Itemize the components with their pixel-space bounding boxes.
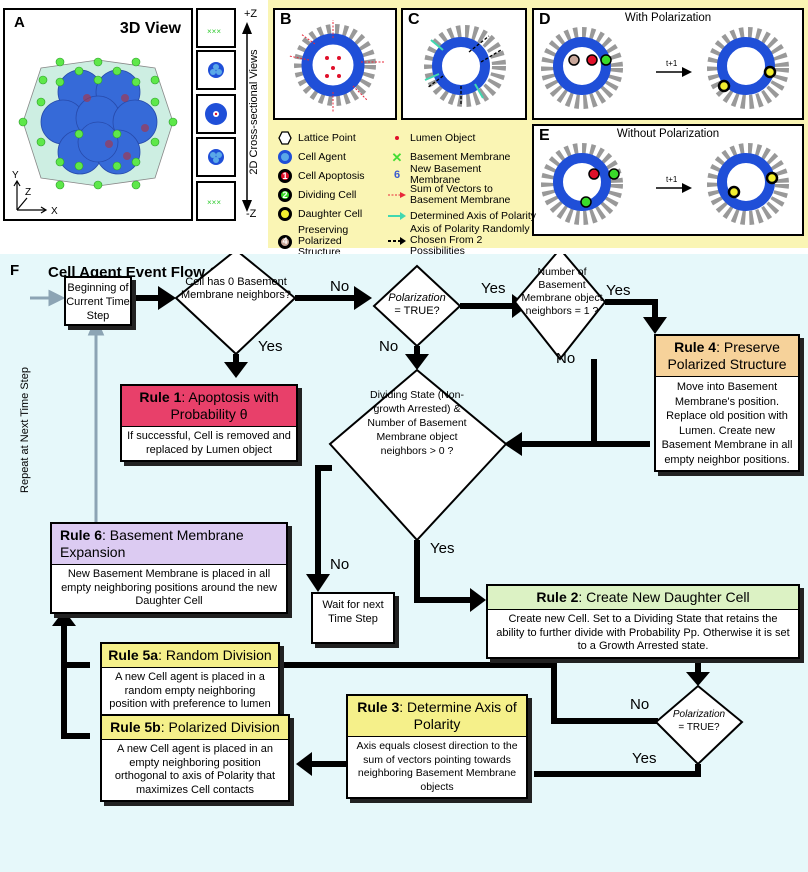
dividing-cell-icon: 2	[276, 187, 294, 203]
legend-axis-polarity: Determined Axis of Polarity	[388, 208, 536, 224]
random-axis-arrow-icon	[388, 233, 406, 249]
z-axis-label: Z	[25, 187, 31, 198]
cross-section-middle	[196, 94, 236, 134]
panel-e: E Without Polarization t+1	[532, 124, 804, 236]
hex-lattice-axis-polarity	[424, 25, 506, 107]
axis-polarity-arrow-icon	[388, 208, 406, 224]
y-axis-label: Y	[12, 170, 19, 181]
label-yes-q1: Yes	[258, 338, 283, 355]
label-no-q1: No	[330, 278, 350, 295]
panel-d: D With Polarization t+1	[532, 8, 804, 120]
wait-box: Wait for next Time Step	[311, 592, 395, 644]
start-box: Beginning of Current Time Step	[64, 276, 132, 326]
connector-rule5-r6	[61, 624, 90, 739]
rule-5b-body: A new Cell agent is placed in an empty n…	[114, 743, 276, 796]
rule-5b-header: Rule 5b: Polarized Division	[102, 716, 288, 740]
svg-text:×××: ×××	[207, 27, 221, 36]
cross-section-top: ×××	[196, 8, 236, 48]
label-no-q4: No	[330, 556, 350, 573]
cell-cluster-3d-illustration: Y Z X	[12, 57, 178, 217]
label-no-q3: No	[556, 350, 576, 367]
polarization-transition-illustration: t+1	[541, 27, 789, 109]
rule-4-header: Rule 4: Preserve Polarized Structure	[656, 336, 798, 377]
panel-c: C	[401, 8, 527, 120]
legend-cell-agent: Cell Agent	[276, 149, 346, 165]
cell-apoptosis-icon: 1	[276, 168, 294, 184]
rule-3-header: Rule 3: Determine Axis of Polarity	[348, 696, 526, 737]
rule-4-body: Move into Basement Membrane's position. …	[661, 381, 793, 466]
label-yes-q2: Yes	[481, 280, 506, 297]
cross-section-views: ××× ×××	[196, 8, 238, 221]
rule-2-body: Create new Cell. Set to a Dividing State…	[496, 613, 790, 652]
legend-dividing-cell: 2 Dividing Cell	[276, 187, 356, 203]
label-no-q2: No	[379, 338, 399, 355]
svg-text:×××: ×××	[207, 198, 221, 207]
connector-q5-r3	[534, 764, 701, 777]
q2-text: Polarization = TRUE?	[388, 292, 446, 317]
rule-6-header: Rule 6: Basement Membrane Expansion	[52, 524, 286, 565]
rule-6-body: New Basement Membrane is placed in all e…	[61, 568, 277, 607]
rule-1-box: Rule 1: Apoptosis with Probability θ If …	[120, 384, 298, 462]
no-polarization-transition-illustration: t+1	[541, 143, 789, 225]
rule-3-body: Axis equals closest direction to the sum…	[356, 740, 518, 793]
sum-vectors-arrow-icon	[388, 187, 406, 203]
time-step-label: t+1	[666, 59, 678, 68]
connector-q3-r4	[605, 299, 658, 319]
rule-5b-box: Rule 5b: Polarized Division A new Cell a…	[100, 714, 290, 802]
cross-section-bottom: ×××	[196, 181, 236, 221]
legend-lattice-point: Lattice Point	[276, 130, 356, 146]
rule-6-box: Rule 6: Basement Membrane Expansion New …	[50, 522, 288, 614]
label-no-q5: No	[630, 696, 650, 713]
legend-random-axis: Axis of Polarity Randomly Chosen From 2 …	[388, 224, 538, 257]
legend-lumen-object: Lumen Object	[388, 130, 475, 146]
legend-sum-vectors: Sum of Vectors to Basement Membrane	[388, 184, 528, 206]
legend-and-panels-bcde: B C D With Polarization t+1 E Without Po…	[268, 0, 808, 258]
cross-section-4	[196, 137, 236, 177]
cross-section-2	[196, 50, 236, 90]
label-yes-q4: Yes	[430, 540, 455, 557]
legend-cell-apoptosis: 1 Cell Apoptosis	[276, 168, 365, 184]
rule-2-header: Rule 2: Create New Daughter Cell	[488, 586, 798, 610]
rule-5a-body: A new Cell agent is placed in a random e…	[109, 671, 271, 710]
rule-4-box: Rule 4: Preserve Polarized Structure Mov…	[654, 334, 800, 472]
x-axis-label: X	[51, 206, 58, 217]
legend-daughter-cell: Daughter Cell	[276, 206, 362, 222]
rule-1-body: If successful, Cell is removed and repla…	[127, 430, 291, 456]
time-step-label: t+1	[666, 175, 678, 184]
minus-z-label: -Z	[246, 208, 257, 220]
rule-1-header: Rule 1: Apoptosis with Probability θ	[122, 386, 296, 427]
lattice-point-icon	[276, 130, 294, 146]
q5-text: Polarization = TRUE?	[672, 709, 726, 733]
q3-text: Number of Basement Membrane object neigh…	[521, 266, 603, 317]
new-basement-membrane-icon: 6	[393, 168, 401, 181]
basement-membrane-icon: ✕	[391, 149, 403, 165]
daughter-cell-icon	[276, 206, 294, 222]
rule-3-box: Rule 3: Determine Axis of Polarity Axis …	[346, 694, 528, 799]
hex-lattice-sum-vectors	[288, 20, 385, 112]
lumen-object-icon	[388, 130, 406, 146]
repeat-label: Repeat at Next Time Step	[19, 367, 31, 493]
panel-b: B	[273, 8, 397, 120]
label-yes-q5: Yes	[632, 750, 657, 767]
rule-2-box: Rule 2: Create New Daughter Cell Create …	[486, 584, 800, 659]
cross-section-label: 2D Cross-sectional Views	[248, 49, 260, 175]
rule-5a-box: Rule 5a: Random Division A new Cell agen…	[100, 642, 280, 717]
cell-agent-icon	[276, 149, 294, 165]
panel-a-3d-view: A 3D View Y Z X	[3, 8, 193, 221]
preserving-structure-icon: 4	[276, 234, 294, 250]
label-yes-q3: Yes	[606, 282, 631, 299]
flow-chart-panel: F Cell Agent Event Flow Chart Beginning …	[0, 254, 808, 872]
z-axis-indicator: +Z -Z 2D Cross-sectional Views	[240, 8, 266, 221]
rule-5a-header: Rule 5a: Random Division	[102, 644, 278, 668]
q1-text: Cell has 0 Basement Membrane neighbors?	[180, 276, 292, 301]
connector-q3-q4	[516, 359, 597, 447]
q4-text: Dividing State (Non-growth Arrested) & N…	[367, 389, 467, 457]
